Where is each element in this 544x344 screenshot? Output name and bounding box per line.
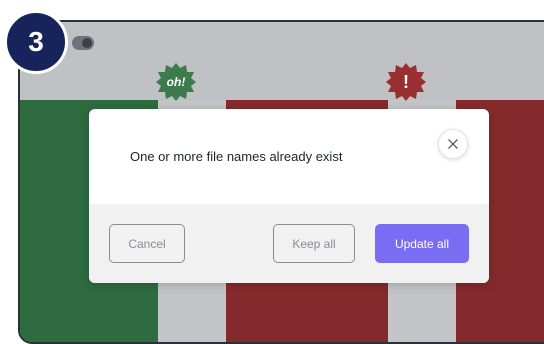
keep-all-button[interactable]: Keep all <box>273 224 355 263</box>
dialog-footer: Cancel Keep all Update all <box>89 204 489 283</box>
ok-sticker-text: oh! <box>166 75 186 89</box>
update-all-button[interactable]: Update all <box>375 224 469 263</box>
step-number-badge: 3 <box>4 10 68 74</box>
ok-sticker-icon: oh! <box>156 62 196 102</box>
toggle-switch[interactable] <box>72 36 94 50</box>
dialog-message: One or more file names already exist <box>130 149 343 164</box>
close-button[interactable] <box>438 129 468 159</box>
cancel-button[interactable]: Cancel <box>109 224 185 263</box>
step-number: 3 <box>28 26 44 57</box>
warning-sticker-text: ! <box>403 71 409 92</box>
file-conflict-dialog: One or more file names already exist Can… <box>89 109 489 283</box>
close-icon <box>448 139 458 149</box>
warning-sticker-icon: ! <box>386 62 426 102</box>
dialog-body: One or more file names already exist <box>89 109 489 204</box>
